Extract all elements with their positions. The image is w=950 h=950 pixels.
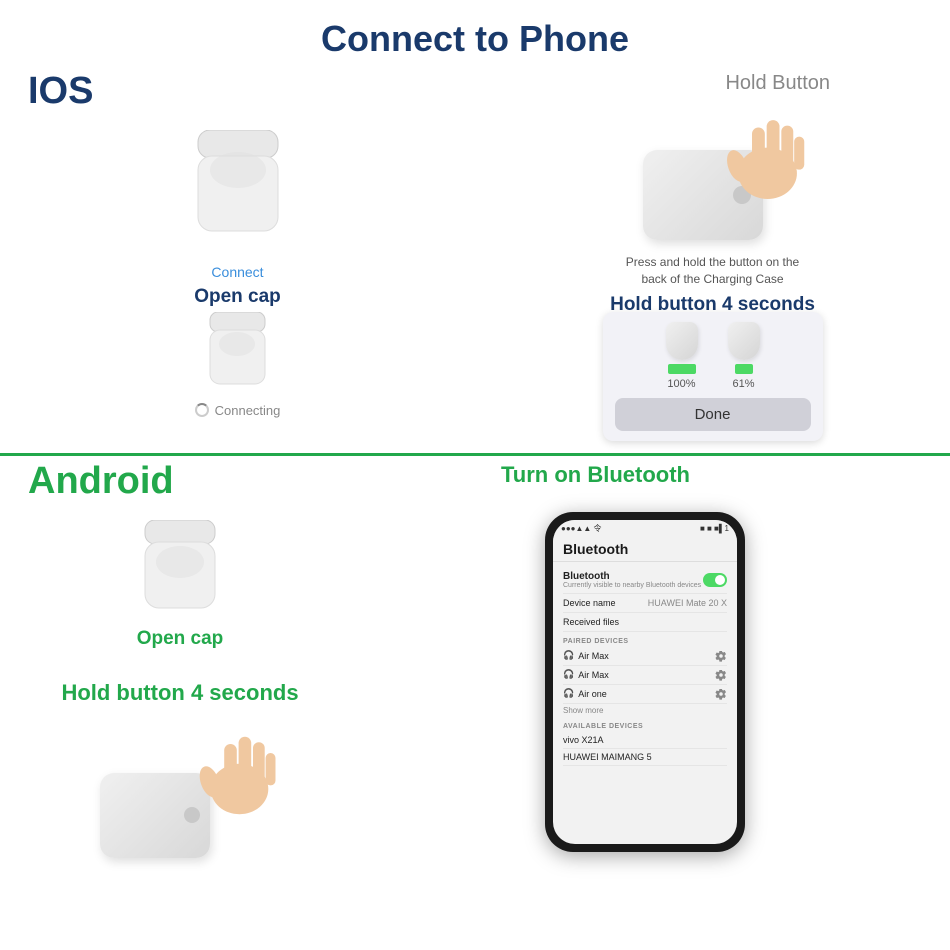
battery-row: 100% 61% (615, 322, 811, 390)
available-title: AVAILABLE DEVICES (563, 723, 727, 730)
ios-right-step: Press and hold the button on the back of… (499, 100, 927, 316)
device-name-1: 🎧 Air Max (563, 650, 609, 661)
battery-fill-left (668, 364, 696, 374)
ios-section: IOS Hold Button Connect Ope (0, 70, 950, 456)
device-3-label: Air one (578, 689, 607, 699)
ios-label: IOS (28, 70, 93, 113)
battery-bar-right (735, 364, 753, 374)
battery-pct-right: 61% (732, 378, 754, 390)
earbuds-case-icon-right (728, 322, 760, 360)
paired-devices-section: PAIRED DEVICES 🎧 Air Max 🎧 (553, 634, 737, 719)
open-cap-label: Open cap (194, 286, 281, 308)
paired-device-2[interactable]: 🎧 Air Max (563, 666, 727, 685)
ios-bottom-row: Connecting 100% (0, 312, 950, 441)
headphone-icon-3: 🎧 (563, 688, 574, 699)
paired-device-3[interactable]: 🎧 Air one (563, 685, 727, 704)
bt-toggle[interactable] (703, 573, 727, 587)
paired-title: PAIRED DEVICES (563, 638, 727, 645)
show-more[interactable]: Show more (563, 704, 727, 717)
android-hand-svg (190, 716, 280, 826)
android-section: Android Turn on Bluetooth Open cap Hold … (0, 456, 950, 866)
device-name-3: 🎧 Air one (563, 688, 607, 699)
phone-mockup: ●●●▲▲ 令 ■ ■ ■▌1 Bluetooth Bluetooth Curr… (545, 512, 745, 852)
paired-device-1[interactable]: 🎧 Air Max (563, 647, 727, 666)
earbuds-case-open-svg (193, 130, 283, 245)
android-earbuds-open-svg (140, 520, 220, 620)
phone-header: Bluetooth (553, 537, 737, 562)
android-right: ●●●▲▲ 令 ■ ■ ■▌1 Bluetooth Bluetooth Curr… (340, 512, 950, 866)
phone-screen: ●●●▲▲ 令 ■ ■ ■▌1 Bluetooth Bluetooth Curr… (553, 520, 737, 844)
android-left: Open cap Hold button 4 seconds (20, 512, 340, 866)
device-name-label: Device name (563, 598, 616, 608)
available-device-1-label: vivo X21A (563, 735, 604, 745)
battery-fill-right (735, 364, 753, 374)
hand-press-area (613, 100, 813, 250)
bt-info: Bluetooth Currently visible to nearby Bl… (563, 571, 701, 589)
device-name-value: HUAWEI Mate 20 X (648, 598, 727, 608)
page-container: Connect to Phone IOS Hold Button (0, 0, 950, 950)
ios-done-screen: 100% 61% Done (603, 312, 823, 441)
available-devices-section: AVAILABLE DEVICES vivo X21A HUAWEI MAIMA… (553, 719, 737, 768)
battery-bar-left (668, 364, 696, 374)
battery-item-right: 61% (728, 322, 760, 390)
available-device-2-label: HUAWEI MAIMANG 5 (563, 752, 652, 762)
ios-bottom-left: Connecting (24, 312, 452, 418)
available-device-1[interactable]: vivo X21A (563, 732, 727, 749)
device-1-label: Air Max (578, 651, 609, 661)
bt-item: Bluetooth Currently visible to nearby Bl… (563, 567, 727, 594)
battery-item-left: 100% (666, 322, 698, 390)
main-title: Connect to Phone (0, 0, 950, 70)
bt-label: Bluetooth (563, 571, 701, 582)
ios-top-row: Connect Open cap (0, 70, 950, 316)
battery-pct-left: 100% (667, 378, 695, 390)
available-device-2[interactable]: HUAWEI MAIMANG 5 (563, 749, 727, 766)
android-label: Android (28, 460, 174, 503)
bt-sublabel: Currently visible to nearby Bluetooth de… (563, 582, 701, 589)
turn-on-bt-label: Turn on Bluetooth (501, 462, 690, 488)
android-hold-label: Hold button 4 seconds (61, 680, 298, 706)
earbuds-case-icon-left (666, 322, 698, 360)
hand-press-svg (713, 100, 813, 210)
headphone-icon-2: 🎧 (563, 669, 574, 680)
headphone-icon-1: 🎧 (563, 650, 574, 661)
device-name-item[interactable]: Device name HUAWEI Mate 20 X (563, 594, 727, 613)
status-time: ●●●▲▲ 令 (561, 523, 602, 534)
received-files-label: Received files (563, 617, 619, 627)
android-hand-press (80, 716, 280, 866)
gear-icon-1 (715, 650, 727, 662)
press-description: Press and hold the button on the back of… (626, 254, 799, 288)
earbuds-case-small-svg (205, 312, 270, 397)
ios-bottom-right: 100% 61% Done (499, 312, 927, 441)
connecting-label: Connecting (195, 403, 281, 418)
android-open-cap-label: Open cap (137, 628, 224, 650)
gear-icon-3 (715, 688, 727, 700)
device-2-label: Air Max (578, 670, 609, 680)
bt-section: Bluetooth Currently visible to nearby Bl… (553, 562, 737, 634)
ios-left-step: Connect Open cap (24, 100, 452, 308)
spinner-icon (195, 403, 209, 417)
phone-status-bar: ●●●▲▲ 令 ■ ■ ■▌1 (553, 520, 737, 537)
hold-button-label: Hold Button (725, 72, 830, 95)
received-files-item[interactable]: Received files (563, 613, 727, 632)
done-button[interactable]: Done (615, 398, 811, 431)
android-content: Open cap Hold button 4 seconds (0, 464, 950, 866)
device-name-2: 🎧 Air Max (563, 669, 609, 680)
status-icons: ■ ■ ■▌1 (700, 524, 729, 533)
gear-icon-2 (715, 669, 727, 681)
connect-label: Connect (211, 264, 263, 280)
